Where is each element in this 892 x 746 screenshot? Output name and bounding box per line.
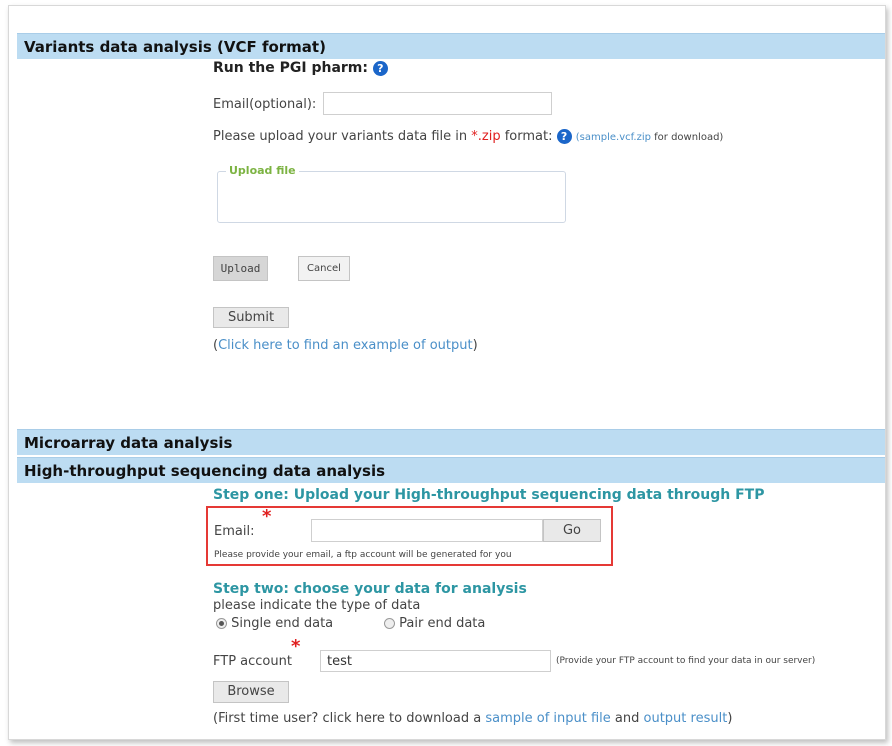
radio-single-label: Single end data bbox=[231, 616, 334, 631]
run-heading: Run the PGI pharm: ? bbox=[213, 60, 388, 76]
ftp-account-label: FTP account bbox=[213, 654, 292, 669]
upload-instruction: Please upload your variants data file in… bbox=[213, 129, 723, 144]
hts-section-header[interactable]: High-throughput sequencing data analysis bbox=[17, 457, 885, 483]
example-paren-close: ) bbox=[472, 338, 478, 353]
radio-pair-label: Pair end data bbox=[399, 616, 486, 631]
step-one-heading: Step one: Upload your High-throughput se… bbox=[213, 487, 765, 503]
first-time-and: and bbox=[610, 711, 644, 726]
radio-single-button[interactable] bbox=[216, 618, 227, 629]
radio-pair-option[interactable]: Pair end data bbox=[384, 616, 485, 631]
example-output: (Click here to find an example of output… bbox=[213, 338, 478, 353]
ftp-account-input[interactable] bbox=[320, 650, 551, 672]
radio-pair-button[interactable] bbox=[384, 618, 395, 629]
sample-input-link[interactable]: sample of input file bbox=[485, 711, 610, 726]
upload-file-legend: Upload file bbox=[226, 164, 299, 177]
first-time-text: (First time user? click here to download… bbox=[213, 711, 486, 726]
run-heading-text: Run the PGI pharm: bbox=[213, 60, 368, 76]
ftp-required-star: * bbox=[291, 636, 301, 657]
upload-button[interactable]: Upload bbox=[213, 256, 268, 281]
microarray-section-header[interactable]: Microarray data analysis bbox=[17, 429, 885, 455]
upload-instruction-format: format: bbox=[500, 129, 553, 144]
page-frame: Variants data analysis (VCF format) Run … bbox=[8, 5, 886, 740]
data-type-prompt: please indicate the type of data bbox=[213, 598, 421, 613]
vcf-email-input[interactable] bbox=[323, 92, 552, 115]
help-icon[interactable]: ? bbox=[372, 60, 388, 76]
go-button[interactable]: Go bbox=[543, 519, 601, 542]
upload-help-icon[interactable]: ? bbox=[556, 129, 572, 144]
vcf-email-label: Email(optional): bbox=[213, 97, 317, 112]
vcf-section-header: Variants data analysis (VCF format) bbox=[17, 33, 885, 59]
hts-email-label: Email: bbox=[214, 524, 255, 539]
required-star: * bbox=[262, 506, 272, 527]
upload-file-fieldset[interactable]: Upload file bbox=[217, 164, 566, 223]
submit-button[interactable]: Submit bbox=[213, 307, 289, 328]
output-result-link[interactable]: output result bbox=[644, 711, 728, 726]
step-two-heading: Step two: choose your data for analysis bbox=[213, 581, 527, 597]
upload-instruction-text: Please upload your variants data file in bbox=[213, 129, 472, 144]
ftp-email-highlight-box: * Email: Go Please provide your email, a… bbox=[206, 506, 613, 566]
sample-vcf-link[interactable]: sample.vcf.zip bbox=[580, 132, 651, 143]
hts-email-input[interactable] bbox=[311, 519, 543, 542]
radio-single-option[interactable]: Single end data bbox=[216, 616, 333, 631]
zip-extension: *.zip bbox=[471, 129, 501, 144]
browse-button[interactable]: Browse bbox=[213, 681, 289, 703]
sample-suffix: for download) bbox=[650, 132, 724, 143]
ftp-email-hint: Please provide your email, a ftp account… bbox=[214, 550, 512, 560]
first-time-note: (First time user? click here to download… bbox=[213, 711, 732, 726]
cancel-button[interactable]: Cancel bbox=[298, 256, 350, 281]
sample-download-note: (sample.vcf.zip for download) bbox=[576, 132, 724, 143]
first-time-close: ) bbox=[727, 711, 733, 726]
ftp-account-hint: (Provide your FTP account to find your d… bbox=[556, 656, 816, 666]
example-output-link[interactable]: Click here to find an example of output bbox=[218, 338, 473, 353]
